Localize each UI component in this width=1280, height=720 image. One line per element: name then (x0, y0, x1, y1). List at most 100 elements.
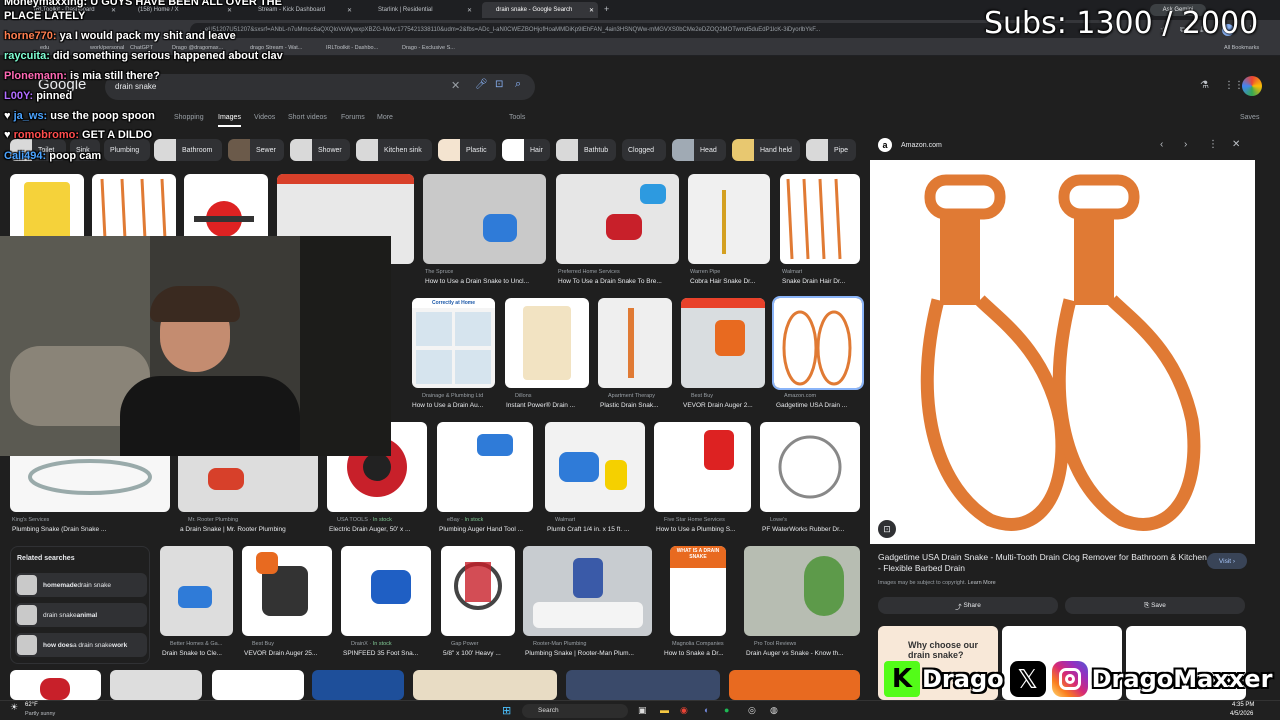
preview-title[interactable]: Gadgetime USA Drain Snake - Multi-Tooth … (878, 552, 1208, 574)
result-title[interactable]: Snake Drain Hair Dr... (782, 278, 860, 285)
preview-source[interactable]: Amazon.com (901, 142, 942, 149)
clear-icon[interactable]: ✕ (451, 79, 460, 92)
result-title[interactable]: How to Use a Drain Au... (412, 402, 496, 409)
task-view-icon[interactable]: ▣ (638, 705, 647, 716)
microphone-icon[interactable]: 🎤︎ (475, 79, 488, 90)
result-title[interactable]: SPINFEED 35 Foot Sna... (343, 650, 433, 657)
chrome-icon[interactable]: ◉ (680, 705, 688, 716)
chip-head[interactable]: Head (672, 139, 726, 161)
result-image[interactable] (654, 422, 751, 512)
result-title[interactable]: Drain Auger vs Snake - Know th... (746, 650, 858, 657)
learn-more-link[interactable]: Learn More (968, 580, 996, 586)
chip-kitchen-sink[interactable]: Kitchen sink (356, 139, 432, 161)
result-title[interactable]: Gadgetime USA Drain ... (776, 402, 860, 409)
result-title[interactable]: Plumbing Auger Hand Tool ... (439, 526, 535, 533)
tab-short-videos[interactable]: Short videos (288, 114, 327, 121)
tools-button[interactable]: Tools (509, 114, 525, 121)
account-avatar[interactable] (1242, 76, 1262, 96)
result-image[interactable] (441, 546, 515, 636)
result-image[interactable] (556, 174, 679, 264)
result-image[interactable] (729, 670, 860, 700)
related-item[interactable]: homemade drain snake (15, 573, 147, 597)
labs-icon[interactable]: ⚗ (1200, 80, 1209, 91)
result-image[interactable] (523, 546, 652, 636)
tab-google-search[interactable]: drain snake - Google Search ✕ (482, 2, 598, 18)
tab-forums[interactable]: Forums (341, 114, 365, 121)
all-bookmarks[interactable]: All Bookmarks (1224, 45, 1259, 51)
result-image[interactable] (545, 422, 645, 512)
result-image[interactable] (312, 670, 404, 700)
obs-icon[interactable]: ◍ (770, 705, 778, 716)
close-icon[interactable]: ✕ (347, 7, 352, 14)
chip-plastic[interactable]: Plastic (438, 139, 496, 161)
file-explorer-icon[interactable]: ▬ (660, 705, 669, 715)
close-icon[interactable]: ✕ (589, 7, 594, 14)
result-image[interactable] (505, 298, 589, 388)
tab-starlink[interactable]: Starlink | Residential ✕ (364, 2, 476, 18)
share-button[interactable]: ⤴ Share (878, 597, 1058, 614)
result-title[interactable]: Electric Drain Auger, 50' x ... (329, 526, 427, 533)
search-input[interactable]: drain snake ✕ 🎤︎ ⊡ ⌕ (105, 74, 535, 100)
close-icon[interactable]: ✕ (1232, 139, 1240, 150)
more-icon[interactable]: ⋮ (1208, 139, 1218, 150)
result-title[interactable]: Instant Power® Drain ... (506, 402, 590, 409)
related-item[interactable]: how does a drain snake work (15, 633, 147, 657)
new-tab-icon[interactable]: + (604, 4, 609, 14)
result-title[interactable]: PF WaterWorks Rubber Dr... (762, 526, 860, 533)
save-button[interactable]: ⎘ Save (1065, 597, 1245, 614)
visit-button[interactable]: Visit › (1207, 553, 1247, 569)
result-title[interactable]: VEVOR Drain Auger 25... (244, 650, 332, 657)
bookmark-item[interactable]: Drago - Exclusive S... (402, 45, 455, 51)
result-image[interactable] (341, 546, 431, 636)
prev-icon[interactable]: ‹ (1160, 139, 1163, 150)
chip-shower[interactable]: Shower (290, 139, 350, 161)
result-image[interactable] (744, 546, 860, 636)
taskbar-search[interactable]: Search (522, 704, 628, 718)
result-title[interactable]: 5/8" x 100' Heavy ... (443, 650, 517, 657)
chip-bathtub[interactable]: Bathtub (556, 139, 616, 161)
result-title[interactable]: How to Use a Plumbing S... (656, 526, 752, 533)
saves-button[interactable]: Saves (1240, 114, 1259, 121)
result-title[interactable]: How To Use a Drain Snake To Bre... (558, 278, 678, 285)
close-icon[interactable]: ✕ (467, 7, 472, 14)
result-title[interactable]: Plumb Craft 1/4 in. x 15 ft. ... (547, 526, 645, 533)
discord-icon[interactable]: ◐ (704, 705, 709, 715)
related-item[interactable]: drain snake animal (15, 603, 147, 627)
lens-icon[interactable]: ⊡ (495, 79, 503, 90)
steam-icon[interactable]: ◎ (748, 705, 756, 716)
bookmark-item[interactable]: IRLToolkit - Dashbo... (326, 45, 378, 51)
lens-icon[interactable]: ⊡ (878, 520, 896, 538)
tab-more[interactable]: More (377, 114, 393, 121)
chip-clogged[interactable]: Clogged (622, 139, 666, 161)
result-title[interactable]: Plumbing Snake | Rooter-Man Plum... (525, 650, 654, 657)
chip-sewer[interactable]: Sewer (228, 139, 284, 161)
result-title[interactable]: a Drain Snake | Mr. Rooter Plumbing (180, 526, 318, 533)
result-image[interactable] (598, 298, 672, 388)
result-title[interactable]: How to Use a Drain Snake to Uncl... (425, 278, 545, 285)
result-image[interactable] (760, 422, 860, 512)
result-image[interactable] (681, 298, 765, 388)
result-title[interactable]: Plastic Drain Snak... (600, 402, 674, 409)
chip-bathroom[interactable]: Bathroom (154, 139, 222, 161)
chip-pipe[interactable]: Pipe (806, 139, 856, 161)
chip-hand-held[interactable]: Hand held (732, 139, 800, 161)
windows-start-icon[interactable]: ⊞ (502, 704, 511, 717)
result-image[interactable] (437, 422, 533, 512)
tab-images[interactable]: Images (218, 114, 241, 127)
result-image[interactable] (110, 670, 202, 700)
url-field[interactable]: ...eU51207U51207&sxsrf=ANbL-n7uMmcc6aQXQ… (190, 23, 1110, 38)
result-image[interactable] (212, 670, 304, 700)
tab-shopping[interactable]: Shopping (174, 114, 204, 121)
result-image[interactable] (160, 546, 233, 636)
tab-videos[interactable]: Videos (254, 114, 275, 121)
result-title[interactable]: Cobra Hair Snake Dr... (690, 278, 772, 285)
result-image[interactable] (566, 670, 720, 700)
result-image[interactable]: Correctly at Home (412, 298, 495, 388)
chip-plumbing[interactable]: Plumbing (104, 139, 150, 161)
result-image[interactable] (688, 174, 770, 264)
result-title[interactable]: Plumbing Snake (Drain Snake ... (12, 526, 168, 533)
result-image[interactable] (423, 174, 546, 264)
preview-image[interactable] (870, 160, 1255, 544)
result-image[interactable]: WHAT IS A DRAIN SNAKE (670, 546, 726, 636)
result-title[interactable]: Drain Snake to Cle... (162, 650, 235, 657)
